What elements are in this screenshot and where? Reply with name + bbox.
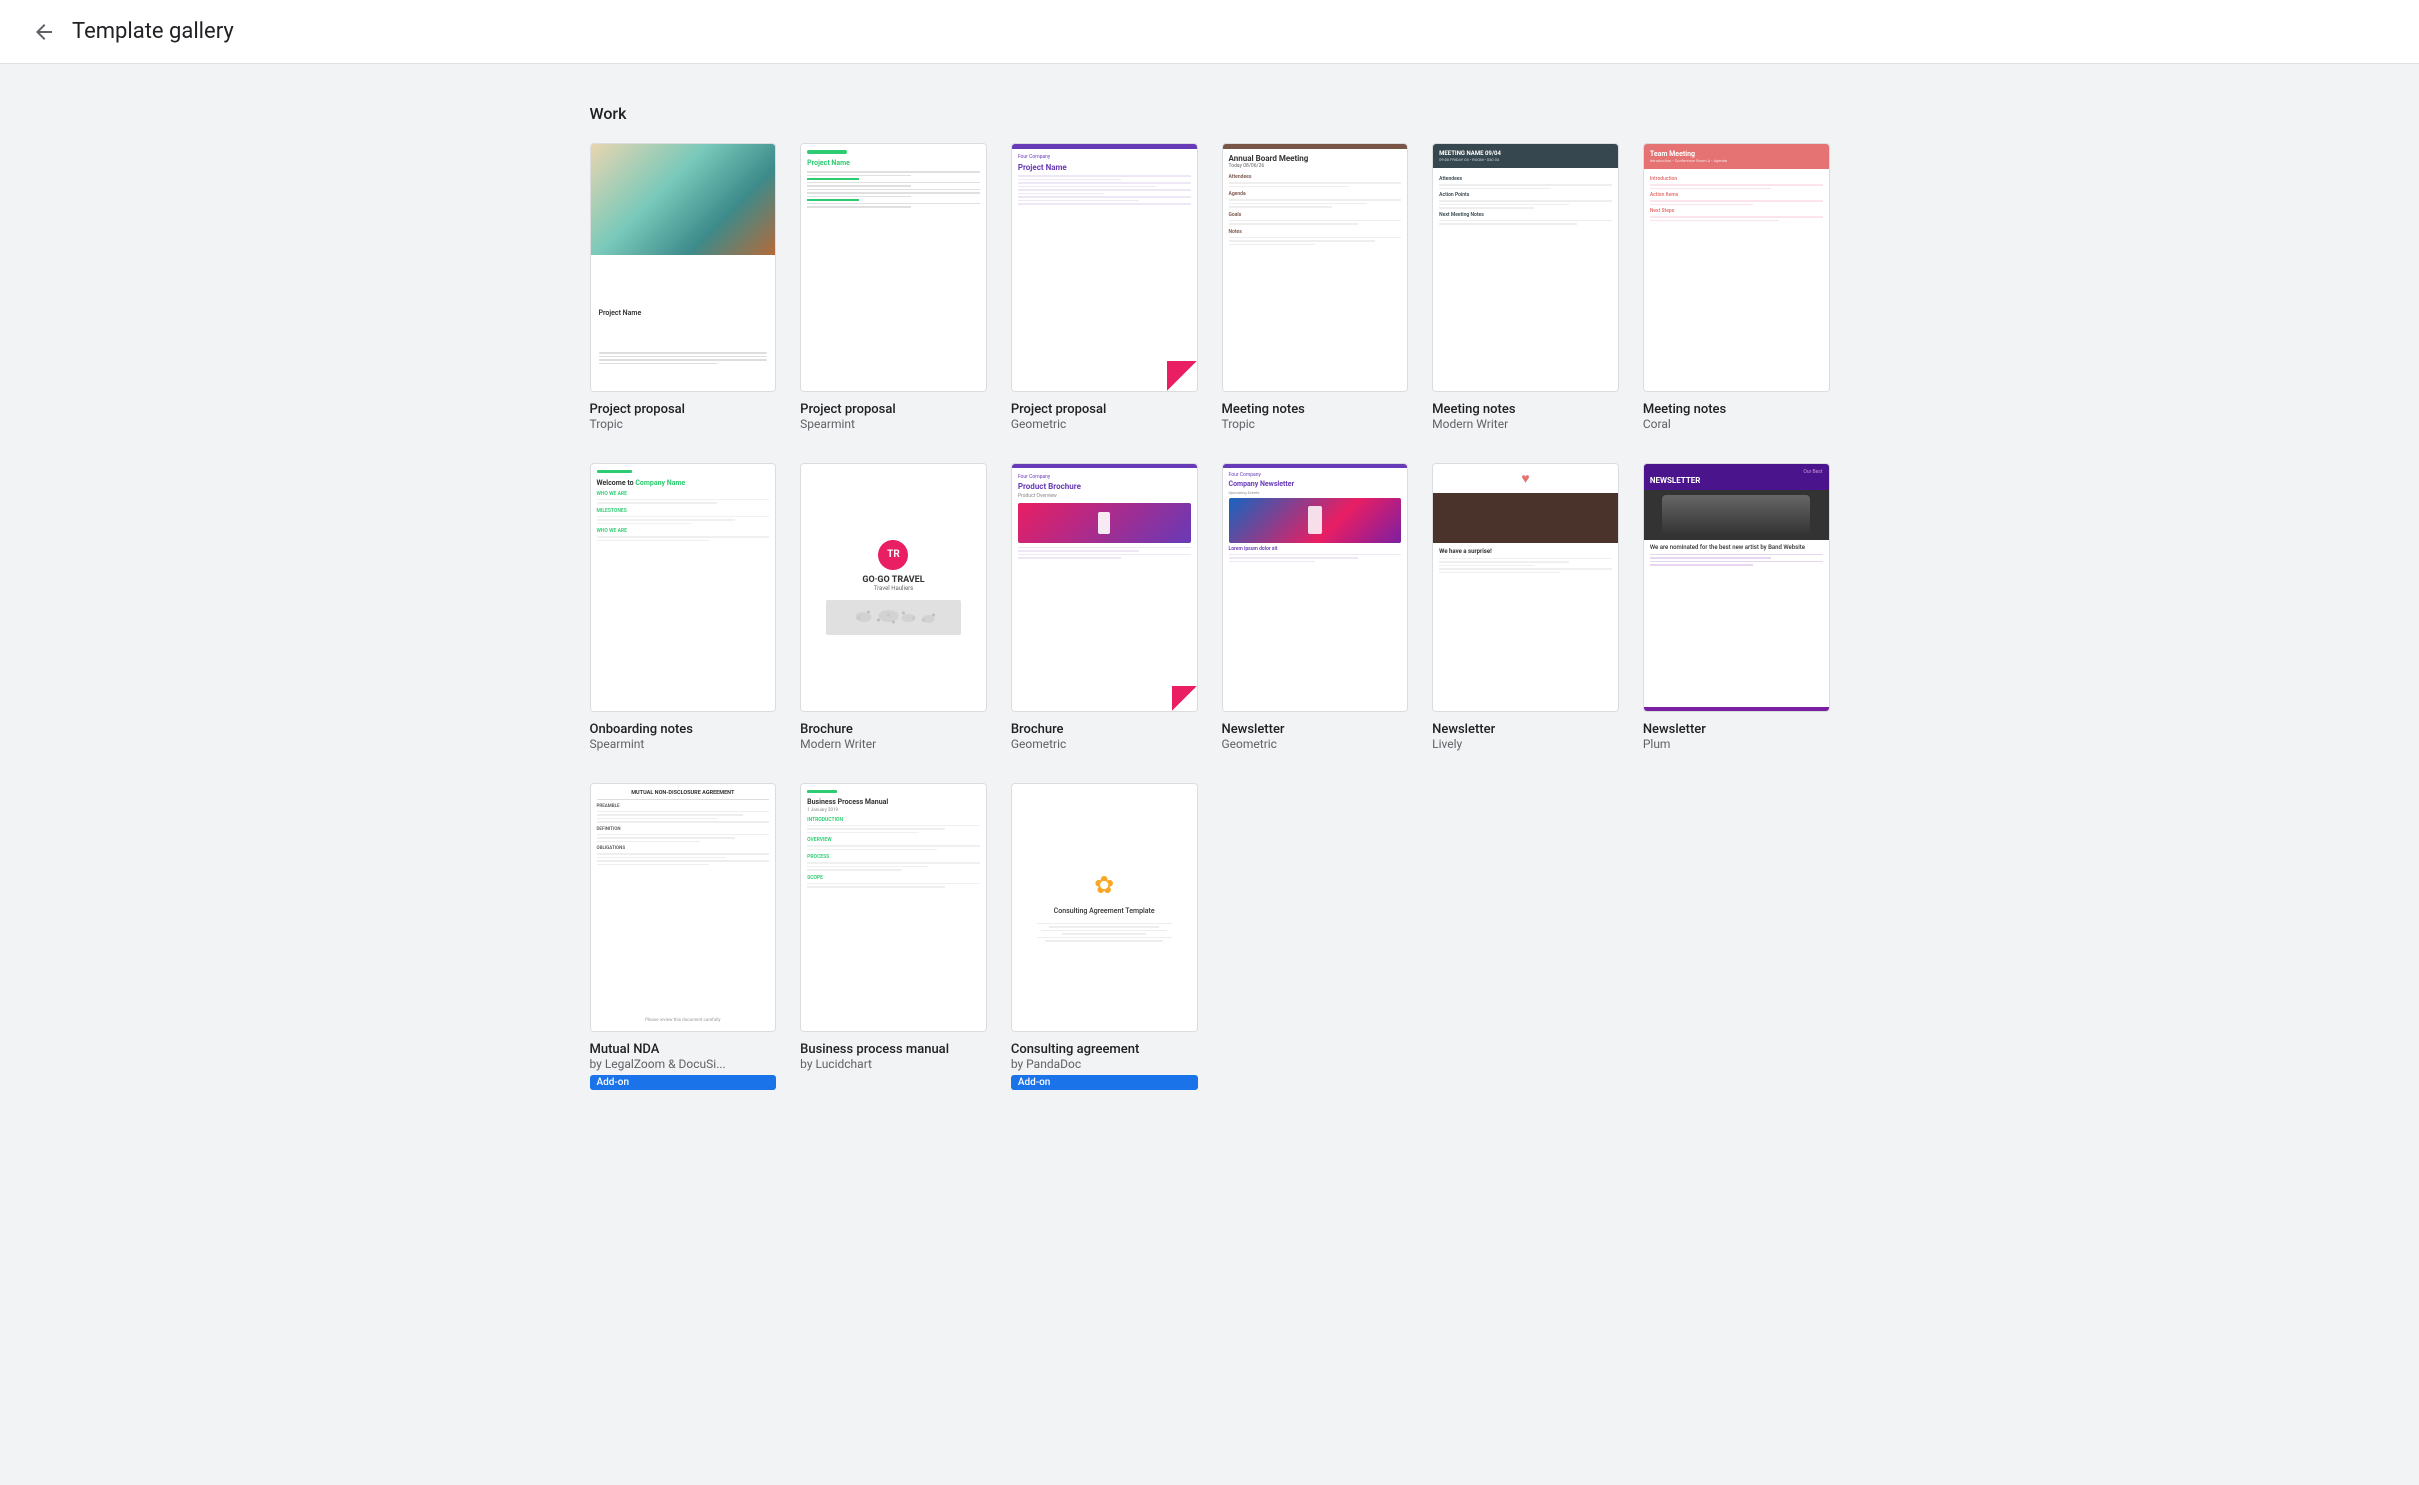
template-card-project-proposal-geometric[interactable]: Four Company Project Name P <box>1011 143 1198 431</box>
card-label: Brochure <box>800 722 987 737</box>
card-sublabel: Geometric <box>1011 737 1198 751</box>
thumbnail-project-proposal-geometric: Four Company Project Name <box>1011 143 1198 392</box>
template-card-business-process-manual[interactable]: Business Process Manual 1 January 2019 I… <box>800 783 987 1090</box>
card-sublabel: by Lucidchart <box>800 1057 987 1071</box>
template-card-meeting-notes-coral[interactable]: Team Meeting Introduction • Conference R… <box>1643 143 1830 431</box>
template-card-brochure-geometric[interactable]: Four Company Product Brochure Product Ov… <box>1011 463 1198 751</box>
thumbnail-business-process-manual: Business Process Manual 1 January 2019 I… <box>800 783 987 1032</box>
app-header: Template gallery <box>0 0 2419 64</box>
card-sublabel: Spearmint <box>590 737 777 751</box>
thumbnail-consulting-agreement: ✿ Consulting Agreement Template <box>1011 783 1198 1032</box>
thumbnail-brochure-modern-writer: TR GO·GO TRAVEL Travel Hauliers <box>800 463 987 712</box>
card-label: Meeting notes <box>1643 402 1830 417</box>
template-card-brochure-modern-writer[interactable]: TR GO·GO TRAVEL Travel Hauliers <box>800 463 987 751</box>
card-sublabel: by LegalZoom & DocuSi... <box>590 1057 777 1071</box>
thumbnail-onboarding-notes-spearmint: Welcome to Company Name WHO WE ARE MILES… <box>590 463 777 712</box>
map-svg <box>826 600 961 635</box>
empty-cell-2 <box>1432 783 1619 1090</box>
template-grid-row2: Welcome to Company Name WHO WE ARE MILES… <box>590 463 1830 751</box>
card-label: Project proposal <box>800 402 987 417</box>
thumbnail-project-proposal-spearmint: Project Name <box>800 143 987 392</box>
thumb-label: Project Name <box>599 309 642 317</box>
empty-cell-3 <box>1643 783 1830 1090</box>
template-card-meeting-notes-tropic[interactable]: Annual Board Meeting Today 08/06/26 Atte… <box>1222 143 1409 431</box>
thumbnail-newsletter-geometric: Four Company Company Newsletter Upcoming… <box>1222 463 1409 712</box>
card-label: Project proposal <box>590 402 777 417</box>
template-card-newsletter-geometric[interactable]: Four Company Company Newsletter Upcoming… <box>1222 463 1409 751</box>
card-label: Newsletter <box>1643 722 1830 737</box>
card-label: Business process manual <box>800 1042 987 1057</box>
card-sublabel: Tropic <box>590 417 777 431</box>
template-card-project-proposal-spearmint[interactable]: Project Name Project proposal Spearmint <box>800 143 987 431</box>
thumbnail-meeting-notes-modern-writer: MEETING NAME 09/04 09:00 FRIDAY 04 • ROO… <box>1432 143 1619 392</box>
card-sublabel: Modern Writer <box>1432 417 1619 431</box>
card-sublabel: Geometric <box>1222 737 1409 751</box>
template-card-newsletter-plum[interactable]: Our Best NEWSLETTER We are nominated for… <box>1643 463 1830 751</box>
card-label: Onboarding notes <box>590 722 777 737</box>
page-title: Template gallery <box>72 19 234 44</box>
card-sublabel: Spearmint <box>800 417 987 431</box>
card-label: Brochure <box>1011 722 1198 737</box>
card-label: Meeting notes <box>1432 402 1619 417</box>
card-label: Newsletter <box>1222 722 1409 737</box>
card-sublabel: Geometric <box>1011 417 1198 431</box>
main-content: Work Project Name Project proposal Tropi… <box>510 64 1910 1162</box>
card-sublabel: Coral <box>1643 417 1830 431</box>
consulting-icon: ✿ <box>1094 871 1114 899</box>
addon-badge: Add-on <box>1011 1075 1198 1090</box>
template-card-newsletter-lively[interactable]: ♥ We have a surprise! Newsletter Lively <box>1432 463 1619 751</box>
thumbnail-meeting-notes-coral: Team Meeting Introduction • Conference R… <box>1643 143 1830 392</box>
card-label: Newsletter <box>1432 722 1619 737</box>
back-button[interactable] <box>24 12 64 52</box>
card-label: Mutual NDA <box>590 1042 777 1057</box>
thumbnail-meeting-notes-tropic: Annual Board Meeting Today 08/06/26 Atte… <box>1222 143 1409 392</box>
thumbnail-project-proposal-tropic: Project Name <box>590 143 777 392</box>
thumbnail-brochure-geometric: Four Company Product Brochure Product Ov… <box>1011 463 1198 712</box>
thumbnail-mutual-nda: MUTUAL NON-DISCLOSURE AGREEMENT PREAMBLE… <box>590 783 777 1032</box>
empty-cell-1 <box>1222 783 1409 1090</box>
card-label: Project proposal <box>1011 402 1198 417</box>
card-label: Meeting notes <box>1222 402 1409 417</box>
template-grid-row1: Project Name Project proposal Tropic Pro… <box>590 143 1830 431</box>
addon-badge: Add-on <box>590 1075 777 1090</box>
card-sublabel: Tropic <box>1222 417 1409 431</box>
card-sublabel: Plum <box>1643 737 1830 751</box>
card-sublabel: Lively <box>1432 737 1619 751</box>
template-card-consulting-agreement[interactable]: ✿ Consulting Agreement Template Consulti… <box>1011 783 1198 1090</box>
card-label: Consulting agreement <box>1011 1042 1198 1057</box>
card-sublabel: Modern Writer <box>800 737 987 751</box>
thumbnail-newsletter-lively: ♥ We have a surprise! <box>1432 463 1619 712</box>
template-grid-row3: MUTUAL NON-DISCLOSURE AGREEMENT PREAMBLE… <box>590 783 1830 1090</box>
template-card-project-proposal-tropic[interactable]: Project Name Project proposal Tropic <box>590 143 777 431</box>
template-card-mutual-nda[interactable]: MUTUAL NON-DISCLOSURE AGREEMENT PREAMBLE… <box>590 783 777 1090</box>
thumbnail-newsletter-plum: Our Best NEWSLETTER We are nominated for… <box>1643 463 1830 712</box>
template-card-onboarding-notes-spearmint[interactable]: Welcome to Company Name WHO WE ARE MILES… <box>590 463 777 751</box>
template-card-meeting-notes-modern-writer[interactable]: MEETING NAME 09/04 09:00 FRIDAY 04 • ROO… <box>1432 143 1619 431</box>
card-sublabel: by PandaDoc <box>1011 1057 1198 1071</box>
back-arrow-icon <box>32 20 56 44</box>
section-title-work: Work <box>590 104 1830 123</box>
